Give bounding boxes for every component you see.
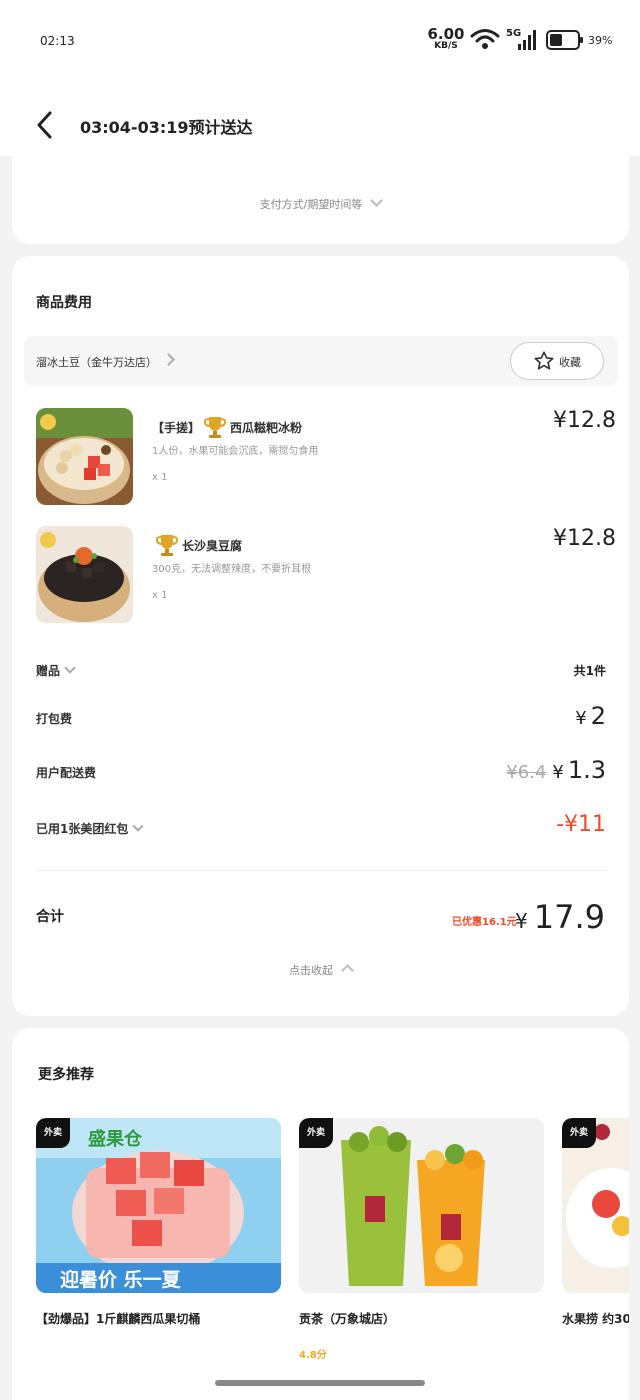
- trophy-icon: [203, 417, 227, 438]
- delivery-fee-row: 用户配送费 ¥6.4 ¥1.3: [36, 756, 606, 790]
- home-indicator[interactable]: [215, 1380, 425, 1386]
- recommendation-name: 水果捞 约30: [562, 1312, 629, 1326]
- item-name: 长沙臭豆腐: [152, 532, 242, 558]
- net-speed: 6.00 KB/S: [426, 27, 466, 51]
- recommendation-card[interactable]: 盛果仓 迎暑价 乐一夏 外卖 【劲爆品】1斤麒麟西瓜果切桶: [36, 1118, 281, 1368]
- item-quantity: x 1: [152, 472, 168, 483]
- back-arrow-icon[interactable]: [34, 110, 56, 140]
- network-type: 5G: [506, 28, 521, 39]
- chevron-down-icon: [370, 194, 384, 207]
- item-name-prefix: 【手搓】: [152, 420, 201, 435]
- recommendation-rating: 4.8分: [299, 1350, 327, 1361]
- signal-icon: 5G: [506, 28, 536, 50]
- coupon-discount: -¥11: [556, 812, 606, 837]
- takeout-badge: 外卖: [36, 1118, 70, 1148]
- total-symbol: ¥: [515, 909, 528, 933]
- brand-text: 盛果仓: [88, 1128, 143, 1150]
- recommendations-title: 更多推荐: [38, 1067, 94, 1083]
- recommendation-image: 盛果仓 迎暑价 乐一夏 外卖: [36, 1118, 281, 1293]
- takeout-badge: 外卖: [562, 1118, 596, 1148]
- packing-fee-symbol: ¥: [575, 708, 587, 729]
- packing-fee-value: ¥2: [575, 702, 606, 730]
- recommendation-name: 贡茶（万象城店）: [299, 1312, 396, 1326]
- packing-fee-label: 打包费: [36, 712, 73, 726]
- order-item[interactable]: 长沙臭豆腐 300克，无法调整辣度，不要折耳根 x 1 ¥12.8: [36, 526, 616, 626]
- item-image: [36, 408, 133, 505]
- recommendation-card[interactable]: 外卖 水果捞 约30: [562, 1118, 629, 1368]
- gift-count: 共1件: [573, 664, 606, 678]
- page-title: 03:04-03:19预计送达: [80, 118, 253, 137]
- delivery-fee-label: 用户配送费: [36, 766, 97, 780]
- item-quantity: x 1: [152, 590, 168, 601]
- payment-options-toggle[interactable]: 支付方式/期望时间等: [12, 194, 629, 212]
- battery-icon: [546, 30, 583, 50]
- gift-row[interactable]: 赠品 共1件: [36, 654, 606, 688]
- delivery-fee-original: ¥6.4: [506, 762, 547, 783]
- item-description: 1人份，水果可能会沉底，需搅匀食用: [152, 446, 319, 457]
- delivery-fee-value: ¥6.4 ¥1.3: [506, 756, 606, 784]
- item-description: 300克，无法调整辣度，不要折耳根: [152, 564, 312, 575]
- store-row[interactable]: 溜冰土豆（金牛万达店） 收藏: [24, 336, 618, 386]
- collapse-toggle[interactable]: 点击收起: [12, 962, 629, 978]
- item-name-text: 西瓜糍粑冰粉: [230, 420, 303, 435]
- order-cost-card: 商品费用 溜冰土豆（金牛万达店） 收藏 【手搓】 西瓜糍粑冰粉 1人份，水果可能…: [12, 256, 629, 1016]
- star-icon: [534, 351, 554, 370]
- total-value: ¥17.9: [515, 898, 605, 936]
- item-price: ¥12.8: [553, 526, 616, 551]
- takeout-badge: 外卖: [299, 1118, 333, 1148]
- banner-text: 迎暑价 乐一夏: [60, 1268, 182, 1291]
- item-name-text: 长沙臭豆腐: [182, 538, 243, 553]
- coupon-label: 已用1张美团红包: [36, 820, 145, 837]
- item-name: 【手搓】 西瓜糍粑冰粉: [152, 414, 302, 440]
- item-price: ¥12.8: [553, 408, 616, 433]
- divider: [36, 870, 606, 871]
- recommendations-card: 更多推荐 盛果仓 迎暑价 乐一夏 外卖 【劲爆品】1斤麒麟西瓜果切桶 外卖 贡茶…: [12, 1028, 629, 1400]
- chevron-up-icon: [341, 964, 354, 977]
- net-speed-unit: KB/S: [434, 41, 458, 51]
- collapse-label: 点击收起: [289, 964, 333, 977]
- gift-label: 赠品: [36, 662, 76, 679]
- recommendation-card[interactable]: 外卖 贡茶（万象城店） 4.8分: [299, 1118, 544, 1368]
- delivery-fee-symbol: ¥: [552, 762, 564, 783]
- recommendation-image: 外卖: [299, 1118, 544, 1293]
- chevron-down-icon: [132, 820, 145, 832]
- packing-fee-row: 打包费 ¥2: [36, 702, 606, 736]
- order-item[interactable]: 【手搓】 西瓜糍粑冰粉 1人份，水果可能会沉底，需搅匀食用 x 1 ¥12.8: [36, 408, 616, 508]
- status-bar: 02:13 6.00 KB/S 5G 39%: [0, 0, 640, 80]
- total-amount: 17.9: [533, 898, 605, 936]
- payment-options-label: 支付方式/期望时间等: [259, 198, 363, 211]
- section-title: 商品费用: [36, 295, 92, 311]
- coupon-row[interactable]: 已用1张美团红包 -¥11: [36, 812, 606, 846]
- payment-card: 支付方式/期望时间等: [12, 150, 629, 244]
- favorite-label: 收藏: [559, 356, 581, 369]
- gift-label-text: 赠品: [36, 664, 61, 678]
- net-speed-value: 6.00: [427, 25, 465, 43]
- page-header: 03:04-03:19预计送达: [0, 80, 640, 156]
- saved-amount: 已优惠16.1元: [452, 917, 517, 928]
- packing-fee-amount: 2: [590, 702, 606, 730]
- recommendation-image: 外卖: [562, 1118, 629, 1293]
- recommendation-name: 【劲爆品】1斤麒麟西瓜果切桶: [36, 1312, 201, 1326]
- coupon-label-text: 已用1张美团红包: [36, 822, 129, 836]
- status-time: 02:13: [40, 34, 75, 48]
- item-image: [36, 526, 133, 623]
- favorite-button[interactable]: 收藏: [510, 342, 604, 380]
- chevron-down-icon: [64, 662, 76, 674]
- battery-percent: 39%: [588, 34, 613, 47]
- trophy-icon: [155, 535, 179, 556]
- store-name: 溜冰土豆（金牛万达店）: [36, 356, 157, 369]
- wifi-icon: [470, 29, 500, 49]
- chevron-right-icon: [162, 353, 175, 366]
- delivery-fee-amount: 1.3: [567, 756, 606, 784]
- total-label: 合计: [36, 909, 64, 925]
